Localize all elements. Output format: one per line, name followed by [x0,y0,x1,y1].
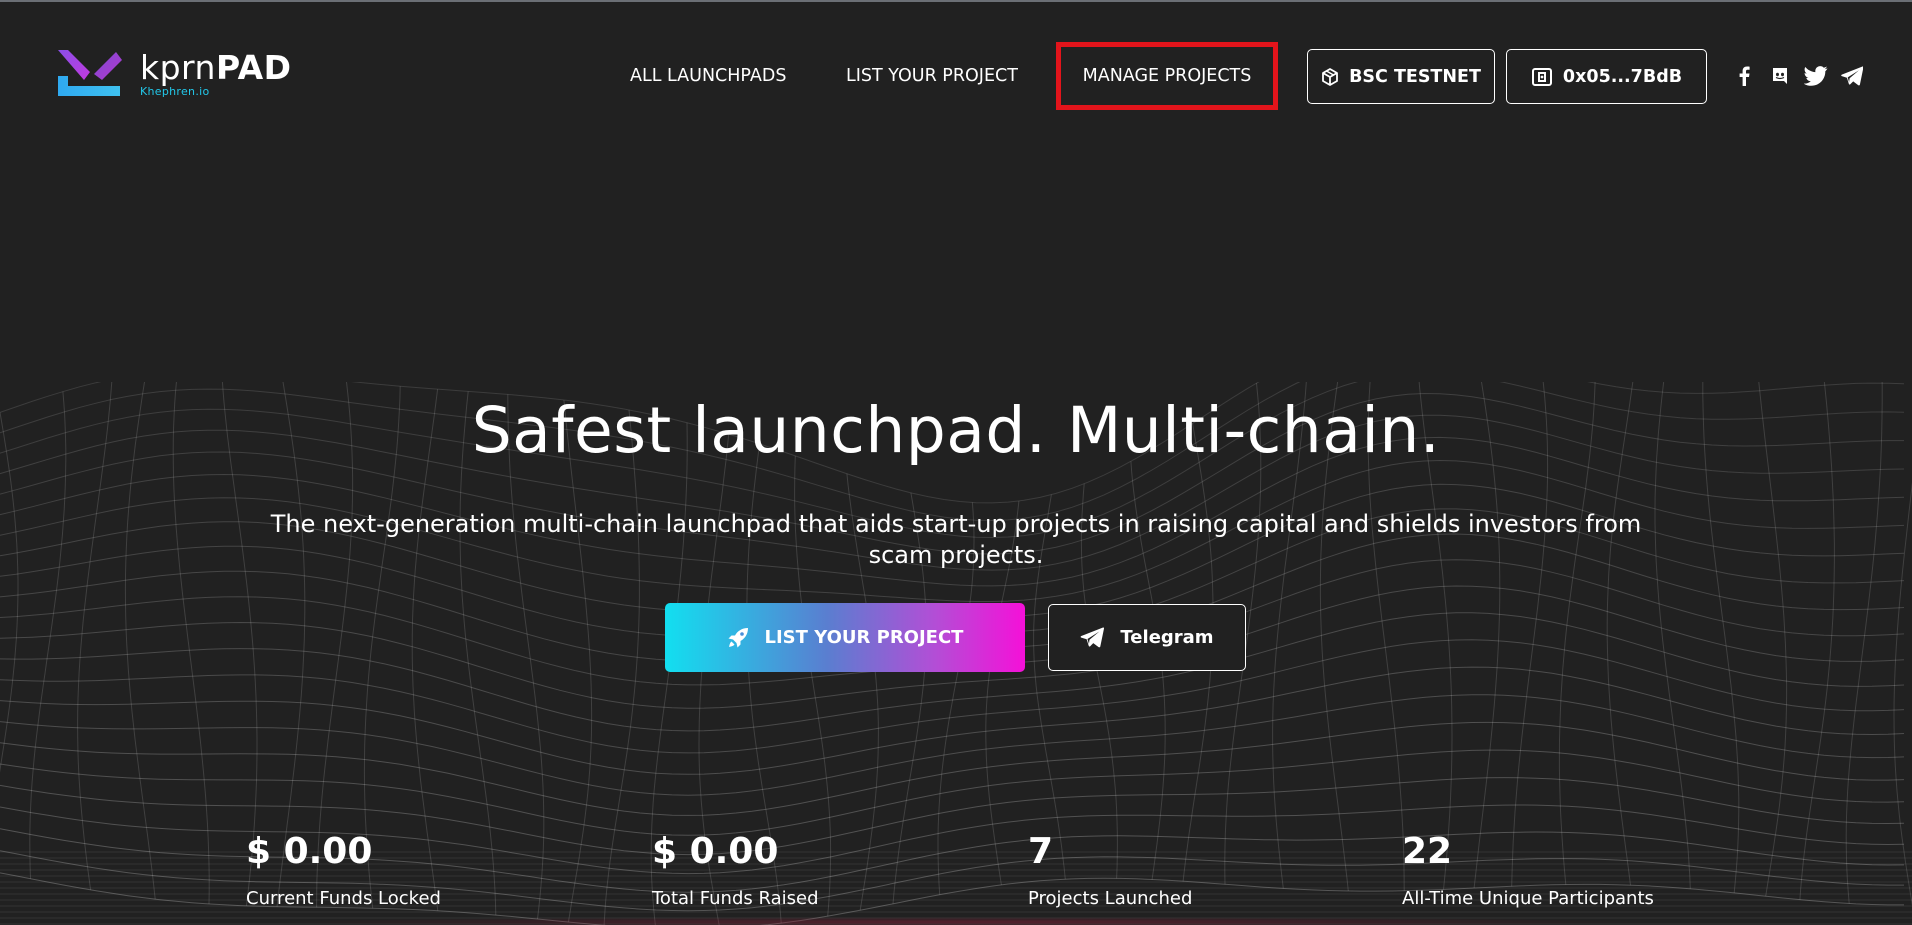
stat-label: Projects Launched [1028,888,1193,909]
stat-total-funds-raised: $ 0.00 Total Funds Raised [652,831,819,910]
stat-current-funds-locked: $ 0.00 Current Funds Locked [246,831,441,910]
stat-value: 22 [1402,831,1453,872]
nav-manage-projects[interactable]: MANAGE PROJECTS [1056,42,1278,110]
stat-label: Current Funds Locked [246,888,441,909]
wireframe-line [0,721,1905,816]
hero-title: Safest launchpad. Multi-chain. [471,394,1441,467]
page: kprnPAD Khephren.io ALL LAUNCHPADS LIST … [0,0,1912,925]
nav-all-launchpads[interactable]: ALL LAUNCHPADS [630,44,786,108]
rocket-icon [728,627,748,647]
network-button[interactable]: BSC TESTNET [1307,49,1495,104]
wallet-icon [1531,67,1552,86]
telegram-icon[interactable] [1840,64,1864,88]
hero-subtitle: The next-generation multi-chain launchpa… [270,510,1642,569]
wallet-button-label: 0x05...7BdB [1562,66,1683,87]
wireframe-line [603,409,640,925]
discord-icon[interactable] [1768,64,1792,88]
stat-value: $ 0.00 [652,831,779,872]
bottom-glow [260,917,1660,925]
stat-projects-launched: 7 Projects Launched [1028,831,1193,910]
twitter-icon[interactable] [1804,64,1828,88]
list-your-project-label: LIST YOUR PROJECT [764,627,964,648]
wireframe-line [0,412,19,773]
nav-list-your-project[interactable]: LIST YOUR PROJECT [846,44,1018,108]
wireframe-line [459,391,497,916]
network-button-label: BSC TESTNET [1349,66,1481,87]
stat-label: Total Funds Raised [652,888,819,909]
telegram-button[interactable]: Telegram [1048,604,1246,671]
facebook-icon[interactable] [1732,64,1756,88]
list-your-project-button[interactable]: LIST YOUR PROJECT [665,603,1025,672]
stat-label: All-Time Unique Participants [1402,888,1654,909]
wallet-button[interactable]: 0x05...7BdB [1506,49,1707,104]
cube-icon [1322,67,1338,86]
stat-value: 7 [1028,831,1054,872]
top-nav: ALL LAUNCHPADS LIST YOUR PROJECT MANAGE … [0,42,1912,110]
telegram-icon [1081,627,1105,648]
telegram-button-label: Telegram [1120,627,1214,648]
wireframe-line [507,394,545,920]
stat-unique-participants: 22 All-Time Unique Participants [1402,831,1654,910]
stat-value: $ 0.00 [246,831,373,872]
social-links [1732,64,1864,88]
